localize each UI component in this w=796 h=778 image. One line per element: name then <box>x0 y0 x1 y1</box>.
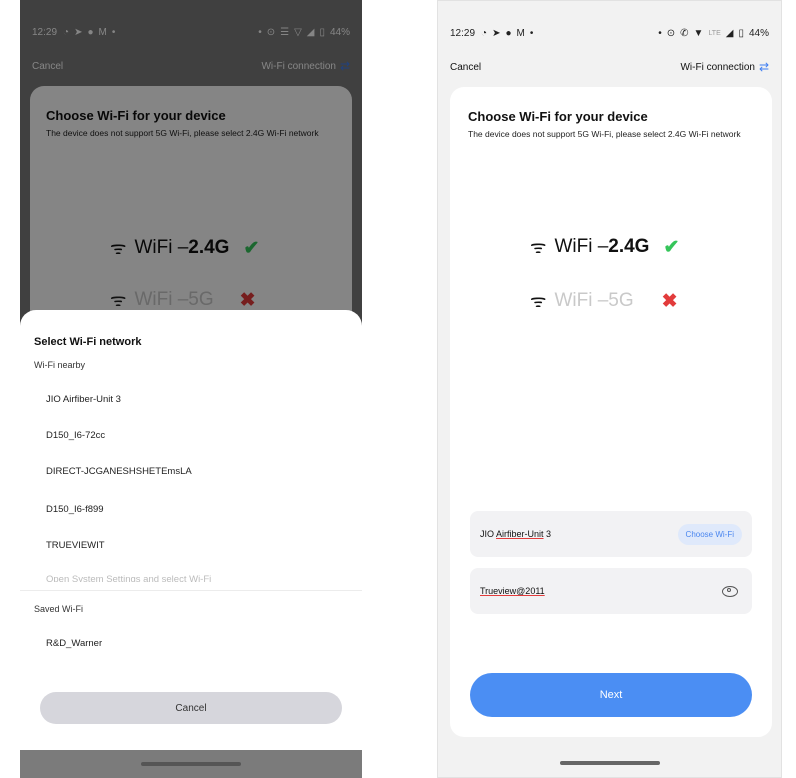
sheet-cancel-button[interactable]: Cancel <box>40 692 342 724</box>
wifi-nearby-label: Wi-Fi nearby <box>34 360 86 370</box>
ssid-prefix: JIO <box>480 529 497 539</box>
wifi-connection-label: Wi-Fi connection <box>680 61 755 73</box>
divider <box>20 590 362 591</box>
choose-wifi-card: Choose Wi-Fi for your device The device … <box>450 87 772 737</box>
status-right: • ⊙ ✆ ▼ LTE ◢ ▯ 44% <box>658 28 769 39</box>
cancel-link[interactable]: Cancel <box>450 62 481 73</box>
battery-percent: 44% <box>748 27 769 39</box>
wifi-connection-button[interactable]: Wi-Fi connection ⇄ <box>680 60 769 74</box>
network-item[interactable]: D150_I6-72cc <box>46 430 105 441</box>
network-item[interactable]: TRUEVIEWIT <box>46 540 105 551</box>
band-5-row: ᯤ WiFi – 5G ✖ <box>530 289 678 313</box>
band-5-label: WiFi – <box>554 290 609 311</box>
band-24-label: WiFi – <box>554 236 609 257</box>
dot-icon: • <box>658 27 662 39</box>
password-field[interactable]: Trueview@2011 <box>470 568 752 614</box>
gmail-icon: M <box>516 27 525 39</box>
eye-icon[interactable] <box>722 585 738 597</box>
network-item[interactable]: JIO Airfiber-Unit 3 <box>46 394 121 405</box>
system-settings-link[interactable]: Open System Settings and select Wi-Fi <box>46 574 336 582</box>
dot-icon: • <box>529 27 534 39</box>
network-type: LTE <box>708 29 721 37</box>
ssid-suffix: 3 <box>543 529 552 539</box>
wifi-status-icon: ▼ <box>693 27 704 39</box>
network-item[interactable]: DIRECT-JCGANESHSHETEmsLA <box>46 466 192 477</box>
left-phone-screen: 12:29 ◔ ➤ ● M • • ⊙ ☰ ▽ ◢ ▯ 44% Cancel W… <box>20 0 362 778</box>
battery-icon: ▯ <box>738 27 744 39</box>
signal-icon: ◢ <box>725 27 734 39</box>
nav-bar <box>20 750 362 778</box>
home-gesture-bar[interactable] <box>141 762 241 766</box>
choose-wifi-button[interactable]: Choose Wi-Fi <box>677 523 742 545</box>
message-icon: ● <box>505 27 512 39</box>
ssid-marked: Airfiber-Unit <box>496 529 544 539</box>
location-icon: ⊙ <box>666 27 676 39</box>
check-icon: ✔ <box>663 236 680 258</box>
right-phone-screen: 12:29 ◔ ➤ ● M • • ⊙ ✆ ▼ LTE ◢ ▯ 44% Canc… <box>437 0 782 778</box>
ssid-field[interactable]: JIO Airfiber-Unit 3 Choose Wi-Fi <box>470 511 752 557</box>
page-title: Choose Wi-Fi for your device <box>468 109 648 124</box>
ssid-value: JIO Airfiber-Unit 3 <box>480 529 551 539</box>
status-time: 12:29 <box>450 27 476 39</box>
band-24-value: 2.4G <box>608 236 650 257</box>
sheet-title: Select Wi-Fi network <box>34 336 142 348</box>
saved-network-item[interactable]: R&D_Warner <box>46 638 102 649</box>
top-bar: Cancel Wi-Fi connection ⇄ <box>450 59 769 75</box>
password-value: Trueview@2011 <box>480 586 545 596</box>
cross-icon: ✖ <box>661 290 678 312</box>
wifi-icon: ᯤ <box>530 237 547 257</box>
saved-wifi-label: Saved Wi-Fi <box>34 604 84 614</box>
network-item[interactable]: D150_I6-f899 <box>46 504 104 515</box>
select-wifi-sheet: Select Wi-Fi network Wi-Fi nearby JIO Ai… <box>20 310 362 750</box>
status-bar: 12:29 ◔ ➤ ● M • • ⊙ ✆ ▼ LTE ◢ ▯ 44% <box>450 25 769 41</box>
page-description: The device does not support 5G Wi-Fi, pl… <box>468 129 741 139</box>
next-button[interactable]: Next <box>470 673 752 717</box>
nav-bar <box>438 749 781 777</box>
call-icon: ✆ <box>680 27 689 39</box>
wifi-icon: ᯤ <box>530 291 547 311</box>
band-24-row: ᯤ WiFi – 2.4G ✔ <box>530 235 679 259</box>
swap-icon: ⇄ <box>758 60 769 74</box>
telegram-icon: ➤ <box>492 27 501 39</box>
home-gesture-bar[interactable] <box>559 761 660 765</box>
band-5-value: 5G <box>608 290 634 311</box>
whatsapp-icon: ◔ <box>481 27 488 39</box>
